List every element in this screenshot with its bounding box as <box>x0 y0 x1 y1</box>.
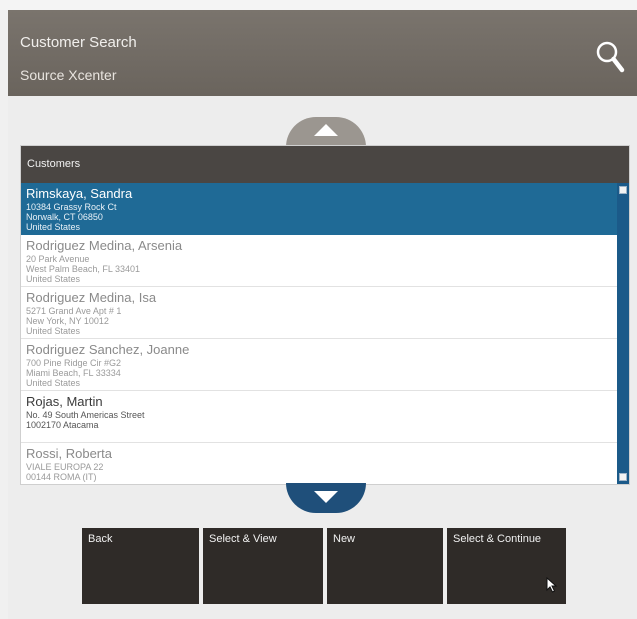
customer-address-line2: New York, NY 10012 <box>26 316 109 326</box>
customer-address-line1: 20 Park Avenue <box>26 254 90 264</box>
customer-address-line3: United States <box>26 326 81 336</box>
customer-address-line1: 5271 Grand Ave Apt # 1 <box>26 306 122 316</box>
top-strip <box>0 0 637 10</box>
page-title: Customer Search <box>20 34 137 51</box>
customer-address-line1: No. 49 South Americas Street <box>26 410 145 420</box>
mouse-cursor-icon <box>546 577 558 593</box>
customer-list: Rimskaya, Sandra 10384 Grassy Rock Ct No… <box>21 183 617 484</box>
scrollbar-up-arrow[interactable] <box>619 186 627 194</box>
customer-address-line2: Miami Beach, FL 33334 <box>26 368 121 378</box>
customer-name: Rossi, Roberta <box>26 446 112 461</box>
customer-address-line3: United States <box>26 222 81 232</box>
customer-address-line2: West Palm Beach, FL 33401 <box>26 264 141 274</box>
scrollbar-down-arrow[interactable] <box>619 473 627 481</box>
select-view-button[interactable]: Select & View <box>203 528 323 604</box>
customer-row[interactable]: Rodriguez Sanchez, Joanne 700 Pine Ridge… <box>21 339 617 391</box>
customer-address-line2: 1002170 Atacama <box>26 420 99 430</box>
customer-name: Rodriguez Medina, Arsenia <box>26 238 183 253</box>
customer-name: Rimskaya, Sandra <box>26 186 133 201</box>
customer-list-panel: Customers Rimskaya, Sandra 10384 Grassy … <box>20 145 630 485</box>
customer-address-line3: United States <box>26 378 81 388</box>
customer-row[interactable]: Rodriguez Medina, Arsenia 20 Park Avenue… <box>21 235 617 287</box>
customer-row[interactable]: Rodriguez Medina, Isa 5271 Grand Ave Apt… <box>21 287 617 339</box>
customer-row[interactable]: Rossi, Roberta VIALE EUROPA 22 00144 ROM… <box>21 443 617 484</box>
customer-address-line2: Norwalk, CT 06850 <box>26 212 103 222</box>
customer-name: Rodriguez Sanchez, Joanne <box>26 342 190 357</box>
customer-row[interactable]: Rojas, Martin No. 49 South Americas Stre… <box>21 391 617 443</box>
chevron-down-icon <box>314 491 338 503</box>
customer-address-line1: 700 Pine Ridge Cir #G2 <box>26 358 122 368</box>
customer-row-selected[interactable]: Rimskaya, Sandra 10384 Grassy Rock Ct No… <box>21 183 617 235</box>
panel-header: Customers <box>21 146 629 183</box>
back-button[interactable]: Back <box>82 528 199 604</box>
customer-address-line2: 00144 ROMA (IT) <box>26 472 97 482</box>
customer-name: Rojas, Martin <box>26 394 103 409</box>
search-icon-glyph <box>596 41 625 73</box>
customer-address-line1: VIALE EUROPA 22 <box>26 462 104 472</box>
chevron-up-icon <box>314 124 338 136</box>
search-icon[interactable] <box>595 40 625 74</box>
new-button[interactable]: New <box>327 528 443 604</box>
customer-address-line3: United States <box>26 274 81 284</box>
customer-name: Rodriguez Medina, Isa <box>26 290 157 305</box>
customer-address-line1: 10384 Grassy Rock Ct <box>26 202 117 212</box>
title-bar: Customer Search Source Xcenter <box>8 10 637 96</box>
list-scrollbar[interactable] <box>617 183 629 484</box>
page-subtitle: Source Xcenter <box>20 67 117 83</box>
